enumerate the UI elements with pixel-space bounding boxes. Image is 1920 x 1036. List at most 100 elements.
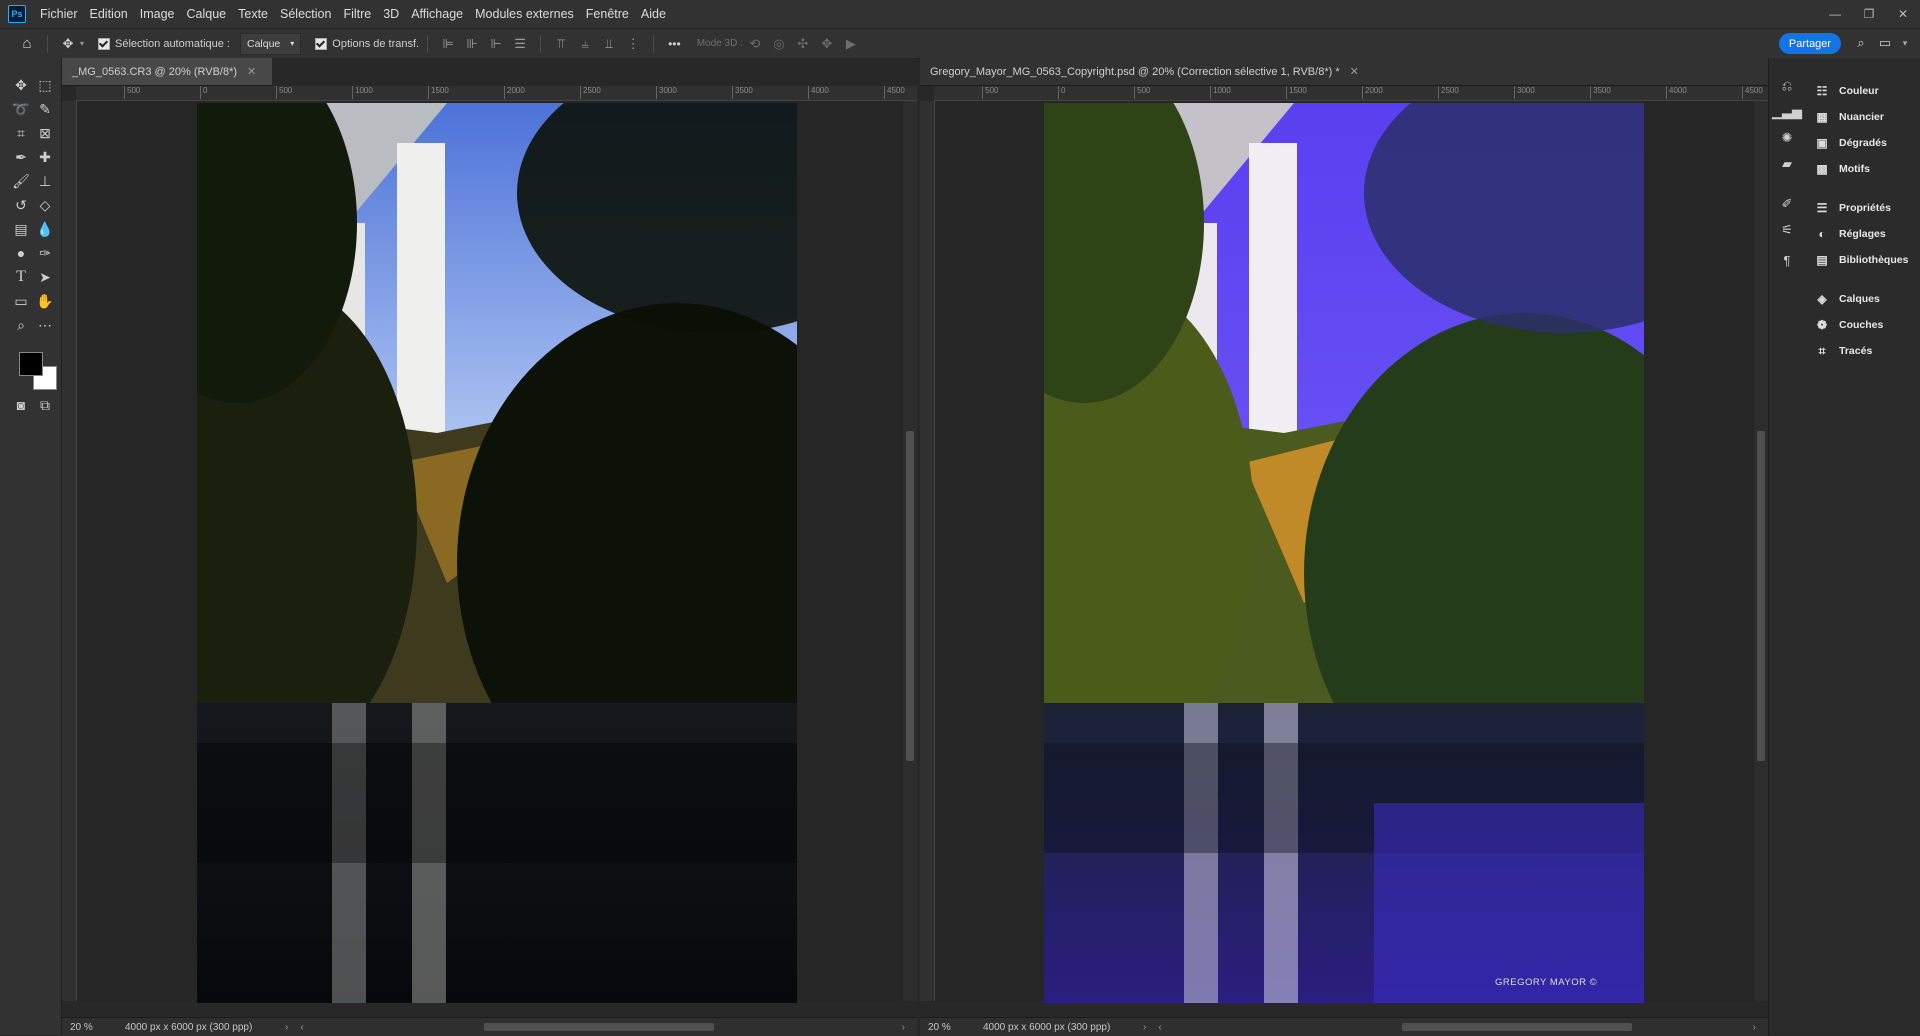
workspace-chevron-icon[interactable]: ▾ [1896,34,1914,52]
align-vcenter-icon[interactable]: ⫨ [576,35,594,53]
menu-fenetre[interactable]: Fenêtre [580,7,635,21]
lasso-icon[interactable]: ➰ [10,98,32,120]
screen-mode-icon[interactable]: ⧉ [34,394,56,416]
menu-3d[interactable]: 3D [377,7,405,21]
menu-texte[interactable]: Texte [232,7,274,21]
panel-couches[interactable]: ❁ Couches [1813,314,1883,336]
doc2-canvas[interactable]: GREGORY MAYOR © [935,101,1754,1003]
align-bottom-icon[interactable]: ⫫ [600,35,618,53]
panel-proprietes[interactable]: ☰ Propriétés [1813,197,1891,219]
pen-icon[interactable]: ✑ [34,242,56,264]
distribute-v-icon[interactable]: ⋮ [624,35,642,53]
paragraph-icon[interactable]: ¶ [1777,250,1797,270]
doc2-horizontal-scroll-thumb[interactable] [1401,1023,1632,1031]
more-options-icon[interactable]: ••• [668,37,681,51]
slide-3d-icon[interactable]: ✥ [818,35,836,53]
panel-label: Motifs [1839,163,1870,175]
brush-settings-icon[interactable]: ✐ [1777,194,1797,214]
blur-icon[interactable]: 💧 [34,218,56,240]
distribute-h-icon[interactable]: ☰ [511,35,529,53]
home-icon[interactable]: ⌂ [18,35,36,53]
tab-doc1[interactable]: _MG_0563.CR3 @ 20% (RVB/8*) ✕ [62,58,272,86]
menu-calque[interactable]: Calque [181,7,233,21]
move-tool-icon[interactable]: ✥ [59,35,77,53]
doc1-canvas[interactable] [77,101,903,1003]
quickmask-icon[interactable]: ◙ [10,394,32,416]
comments-icon[interactable]: ▰ [1777,154,1797,174]
auto-select-checkbox[interactable]: Sélection automatique : [98,37,230,50]
marquee-icon[interactable]: ⬚ [34,74,56,96]
doc1-zoom[interactable]: 20 % [70,1022,115,1033]
close-window-button[interactable]: ✕ [1886,0,1920,28]
panel-motifs[interactable]: ▩ Motifs [1813,158,1870,180]
align-top-icon[interactable]: ⫪ [552,35,570,53]
navigator-icon[interactable]: ✺ [1777,128,1797,148]
menu-selection[interactable]: Sélection [274,7,337,21]
chevron-down-icon[interactable]: ▾ [80,39,84,48]
workspace-icon[interactable]: ▭ [1876,34,1894,52]
more-tools-icon[interactable]: ⋯ [34,314,56,336]
stamp-icon[interactable]: ⊥ [34,170,56,192]
search-icon[interactable]: ⌕ [1852,34,1870,52]
panel-calques[interactable]: ◈ Calques [1813,288,1879,310]
move-icon[interactable]: ✥ [10,74,32,96]
panel-nuancier[interactable]: ▦ Nuancier [1813,106,1884,128]
chevron-right-icon[interactable]: › [1143,1022,1146,1033]
hand-icon[interactable]: ✋ [34,290,56,312]
scroll-left-icon[interactable]: ‹ [1158,1022,1161,1033]
align-right-icon[interactable]: ⊩ [487,35,505,53]
roll-3d-icon[interactable]: ◎ [770,35,788,53]
minimize-button[interactable]: — [1818,0,1852,28]
doc2-zoom[interactable]: 20 % [928,1022,973,1033]
panel-degrades[interactable]: ▣ Dégradés [1813,132,1887,154]
menu-filtre[interactable]: Filtre [337,7,377,21]
share-button[interactable]: Partager [1779,33,1841,54]
healing-icon[interactable]: ✚ [34,146,56,168]
menu-aide[interactable]: Aide [635,7,672,21]
doc1-horizontal-scroll-thumb[interactable] [483,1023,714,1031]
path-select-icon[interactable]: ➤ [34,266,56,288]
eyedropper-icon[interactable]: ✒ [10,146,32,168]
rectangle-icon[interactable]: ▭ [10,290,32,312]
menu-modules-externes[interactable]: Modules externes [469,7,580,21]
doc2-vertical-scrollbar[interactable] [1754,101,1768,1001]
pan-3d-icon[interactable]: ✣ [794,35,812,53]
tool-presets-icon[interactable]: ⚟ [1777,220,1797,240]
restore-button[interactable]: ❐ [1852,0,1886,28]
menu-edition[interactable]: Edition [84,7,134,21]
close-icon[interactable]: ✕ [247,65,256,78]
foreground-color-front[interactable] [19,352,43,376]
camera-3d-icon[interactable]: ▶ [842,35,860,53]
align-left-icon[interactable]: ⊫ [439,35,457,53]
gradient-icon[interactable]: ▤ [10,218,32,240]
menu-affichage[interactable]: Affichage [405,7,469,21]
history-brush-icon[interactable]: ↺ [10,194,32,216]
histogram-icon[interactable]: ▁▃▅ [1772,102,1802,122]
align-hcenter-icon[interactable]: ⊪ [463,35,481,53]
transform-options-checkbox[interactable]: Options de transf. [315,37,419,50]
auto-select-dropdown[interactable]: Calque ▾ [239,32,302,55]
zoom-icon[interactable]: ⌕ [10,314,32,336]
scroll-left-icon[interactable]: ‹ [300,1022,303,1033]
frame-icon[interactable]: ⊠ [34,122,56,144]
dodge-icon[interactable]: ● [10,242,32,264]
panel-couleur[interactable]: ☷ Couleur [1813,80,1879,102]
scroll-right-icon[interactable]: › [1753,1022,1756,1033]
orbit-3d-icon[interactable]: ⟲ [746,35,764,53]
quick-select-icon[interactable]: ✎ [34,98,56,120]
scroll-right-icon[interactable]: › [902,1022,905,1033]
eraser-icon[interactable]: ◇ [34,194,56,216]
doc1-vertical-scrollbar[interactable] [903,101,917,1001]
crop-icon[interactable]: ⌗ [10,122,32,144]
type-icon[interactable]: T [10,266,32,288]
menu-fichier[interactable]: Fichier [34,7,84,21]
panel-reglages[interactable]: ◐ Réglages [1813,223,1885,245]
close-icon[interactable]: ✕ [1350,65,1359,78]
panel-bibliotheques[interactable]: ▤ Bibliothèques [1813,249,1908,271]
history-icon[interactable]: ⎌ [1777,76,1797,96]
menu-image[interactable]: Image [134,7,181,21]
panel-traces[interactable]: ⌗ Tracés [1813,340,1873,362]
tab-doc2[interactable]: Gregory_Mayor_MG_0563_Copyright.psd @ 20… [920,58,1768,86]
brush-icon[interactable]: 🖌 [10,170,32,192]
chevron-right-icon[interactable]: › [285,1022,288,1033]
